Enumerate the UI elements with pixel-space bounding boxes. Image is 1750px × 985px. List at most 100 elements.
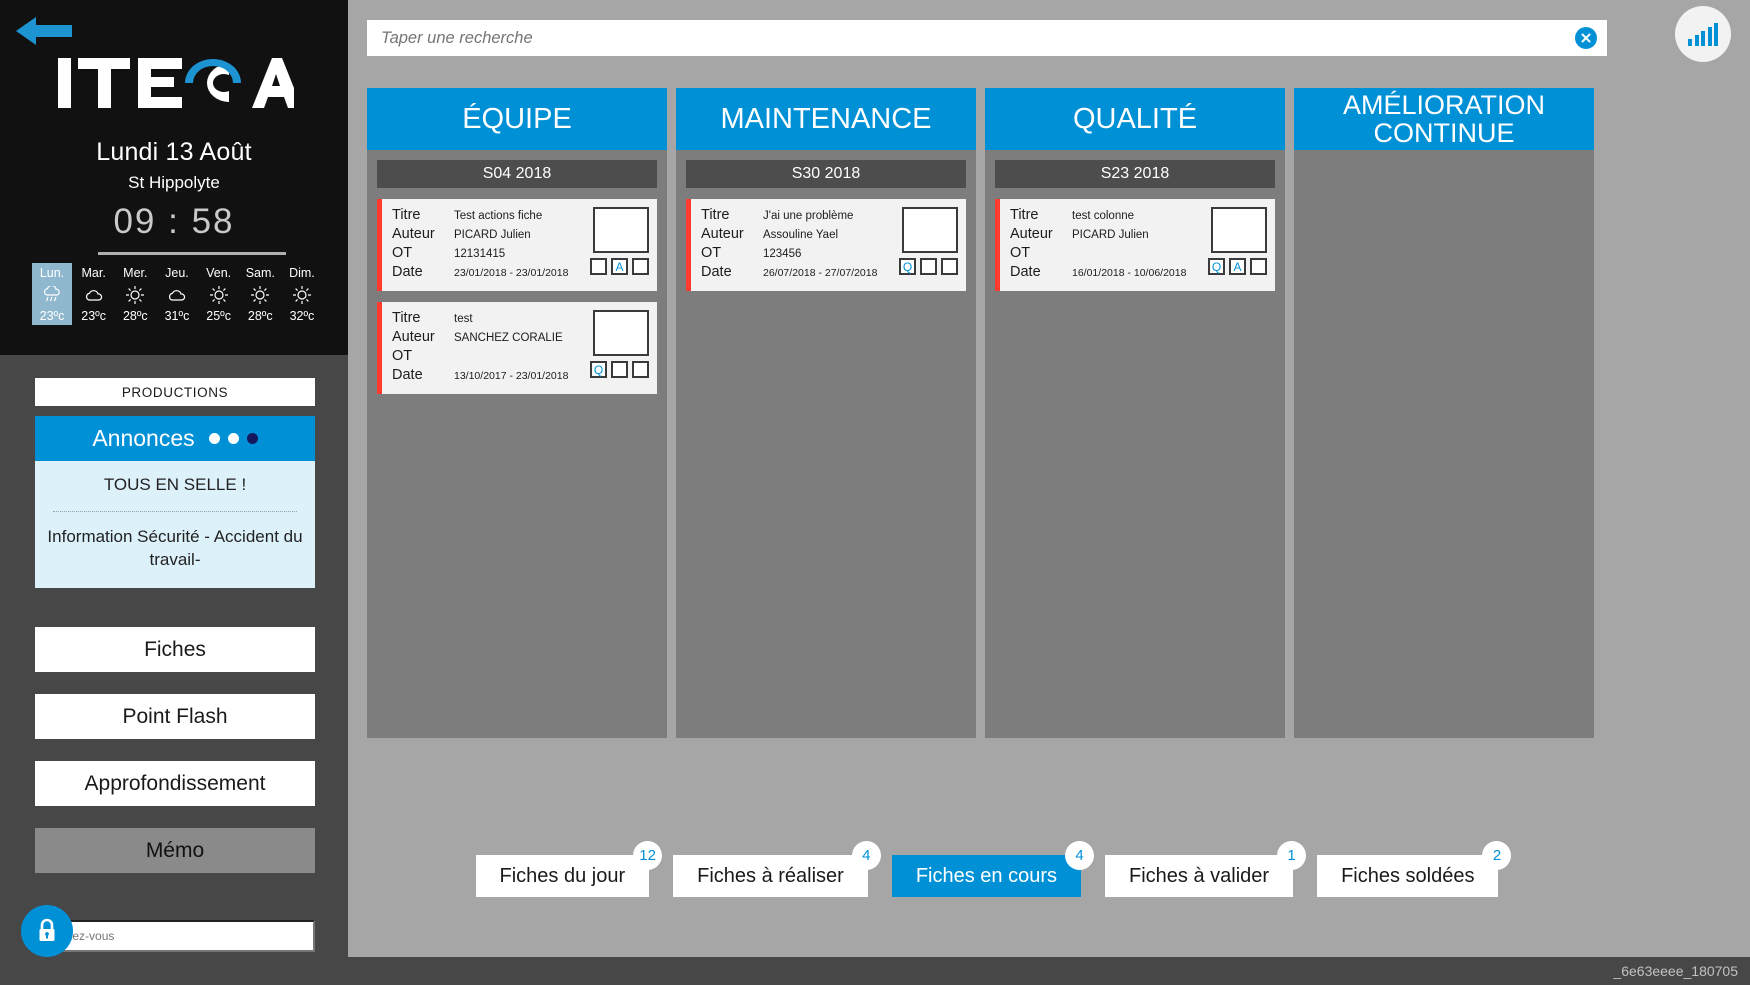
- flag-checkbox[interactable]: [611, 361, 628, 378]
- field-value-date: 26/07/2018 - 27/07/2018: [763, 267, 878, 279]
- tab-count-badge: 4: [1065, 841, 1095, 870]
- login-row: [21, 905, 315, 957]
- fiche-card[interactable]: Titre J'ai une problème Auteur Assouline Y…: [686, 199, 966, 291]
- field-label-date: Date: [392, 367, 423, 383]
- tab-fiches-du-jour[interactable]: Fiches du jour 12: [475, 841, 663, 897]
- flag-checkbox[interactable]: [632, 361, 649, 378]
- sidebar-item-point-flash[interactable]: Point Flash: [35, 694, 315, 739]
- field-label-ot: OT: [392, 245, 413, 261]
- annonce-headline: TOUS EN SELLE !: [103, 475, 247, 494]
- flag-checkbox[interactable]: Q: [590, 361, 607, 378]
- tab-count-badge: 1: [1277, 841, 1307, 870]
- field-label-titre: Titre: [1010, 207, 1039, 223]
- close-circle-icon[interactable]: [1575, 27, 1597, 49]
- field-value-date: 13/10/2017 - 23/01/2018: [454, 370, 569, 382]
- annonces-dot-selected[interactable]: [246, 433, 258, 444]
- tab-fiches-a-valider[interactable]: Fiches à valider 1: [1105, 841, 1307, 897]
- forecast-day: Dim. 32ºc: [282, 263, 322, 325]
- sidebar-item-fiches[interactable]: Fiches: [35, 627, 315, 672]
- field-label-auteur: Auteur: [1010, 226, 1053, 242]
- fiche-fields: Titre test colonne Auteur PICARD Julien OT…: [1010, 207, 1196, 283]
- flag-checkbox[interactable]: [632, 258, 649, 275]
- forecast-day: Sam. 28ºc: [240, 263, 280, 325]
- fiche-card[interactable]: Titre test Auteur SANCHEZ CORALIE OT Date 1…: [377, 302, 657, 394]
- sidebar-item-memo[interactable]: Mémo: [35, 828, 315, 873]
- forecast-day-name: Sam.: [245, 266, 275, 280]
- board-column-amelioration-continue: AMÉLIORATION CONTINUE: [1294, 88, 1594, 738]
- fiche-card[interactable]: Titre test colonne Auteur PICARD Julien OT…: [995, 199, 1275, 291]
- flag-checkbox[interactable]: [1250, 258, 1267, 275]
- fiche-thumbnail-area: Q: [583, 310, 649, 386]
- login-input[interactable]: [35, 920, 315, 952]
- field-value-date: 16/01/2018 - 10/06/2018: [1072, 267, 1187, 279]
- sidebar-item-approfondissement[interactable]: Approfondissement: [35, 761, 315, 806]
- back-arrow-icon[interactable]: [16, 10, 74, 52]
- lock-icon[interactable]: [21, 905, 73, 957]
- flag-checkbox[interactable]: A: [1229, 258, 1246, 275]
- sun-icon: [125, 284, 145, 306]
- column-body: [1294, 150, 1594, 738]
- photo-placeholder[interactable]: [902, 207, 958, 253]
- column-title: MAINTENANCE: [676, 88, 976, 150]
- signal-bars-icon[interactable]: [1675, 6, 1731, 62]
- field-label-titre: Titre: [701, 207, 730, 223]
- photo-placeholder[interactable]: [593, 310, 649, 356]
- iteca-logo: [0, 50, 348, 120]
- sidebar-menu: PRODUCTIONS Annonces TOUS EN SELLE ! Inf…: [0, 355, 348, 985]
- tab-fiches-soldees[interactable]: Fiches soldées 2: [1317, 841, 1512, 897]
- tab-count-badge: 4: [851, 841, 881, 870]
- flag-checkbox[interactable]: Q: [1208, 258, 1225, 275]
- flag-checkbox[interactable]: Q: [899, 258, 916, 275]
- column-body: S30 2018 Titre J'ai une problème Auteur As…: [676, 150, 976, 738]
- flag-checkbox[interactable]: [941, 258, 958, 275]
- forecast-day: Jeu. 31ºc: [157, 263, 197, 325]
- sun-icon: [209, 284, 229, 306]
- tab-label[interactable]: Fiches à valider: [1105, 855, 1294, 897]
- annonces-dot[interactable]: [227, 433, 239, 444]
- flag-checkbox[interactable]: [920, 258, 937, 275]
- flag-checkbox[interactable]: A: [611, 258, 628, 275]
- current-date: Lundi 13 Août: [96, 138, 252, 166]
- field-label-date: Date: [392, 264, 423, 280]
- week-chip: S04 2018: [377, 160, 657, 188]
- sidebar-item-productions[interactable]: PRODUCTIONS: [35, 378, 315, 406]
- annonces-pagination[interactable]: [208, 433, 258, 444]
- search-input[interactable]: [367, 28, 1575, 48]
- fiche-fields: Titre test Auteur SANCHEZ CORALIE OT Date 1…: [392, 310, 578, 386]
- search-bar[interactable]: [367, 20, 1607, 56]
- fiche-flags: Q A: [1208, 258, 1267, 275]
- forecast-temp: 23ºc: [39, 309, 65, 323]
- tab-fiches-a-realiser[interactable]: Fiches à réaliser 4: [673, 841, 881, 897]
- kanban-board: ÉQUIPE S04 2018 Titre Test actions fiche …: [367, 88, 1607, 738]
- annonces-dot[interactable]: [208, 433, 220, 444]
- annonce-divider: [53, 511, 297, 513]
- board-column-qualite: QUALITÉ S23 2018 Titre test colonne Auteu…: [985, 88, 1285, 738]
- flag-checkbox[interactable]: [590, 258, 607, 275]
- tab-count-badge: 12: [633, 841, 663, 870]
- forecast-temp: 32ºc: [289, 309, 315, 323]
- field-value-auteur: Assouline Yael: [763, 229, 839, 241]
- field-label-ot: OT: [1010, 245, 1031, 261]
- field-label-date: Date: [701, 264, 732, 280]
- divider: [98, 252, 286, 255]
- photo-placeholder[interactable]: [593, 207, 649, 253]
- forecast-temp: 23ºc: [81, 309, 107, 323]
- fiche-status-tabs: Fiches du jour 12 Fiches à réaliser 4 Fi…: [367, 841, 1607, 915]
- forecast-temp: 31ºc: [164, 309, 190, 323]
- fiche-fields: Titre Test actions fiche Auteur PICARD Jul…: [392, 207, 578, 283]
- tab-fiches-en-cours[interactable]: Fiches en cours 4: [891, 841, 1095, 897]
- fiche-card[interactable]: Titre Test actions fiche Auteur PICARD Jul…: [377, 199, 657, 291]
- tab-label[interactable]: Fiches du jour: [475, 855, 650, 897]
- annonces-header[interactable]: Annonces: [35, 416, 315, 461]
- forecast-temp: 25ºc: [206, 309, 231, 323]
- forecast-day-name: Mer.: [123, 266, 148, 280]
- field-value-auteur: PICARD Julien: [454, 229, 531, 241]
- tab-label[interactable]: Fiches en cours: [891, 855, 1082, 897]
- tab-label[interactable]: Fiches à réaliser: [673, 855, 868, 897]
- footer-build-id: _6e63eeee_180705: [348, 957, 1750, 985]
- tab-label[interactable]: Fiches soldées: [1317, 855, 1499, 897]
- field-label-ot: OT: [701, 245, 722, 261]
- photo-placeholder[interactable]: [1211, 207, 1267, 253]
- annonces-panel: Annonces TOUS EN SELLE ! Information Séc…: [35, 416, 315, 589]
- field-label-titre: Titre: [392, 310, 421, 326]
